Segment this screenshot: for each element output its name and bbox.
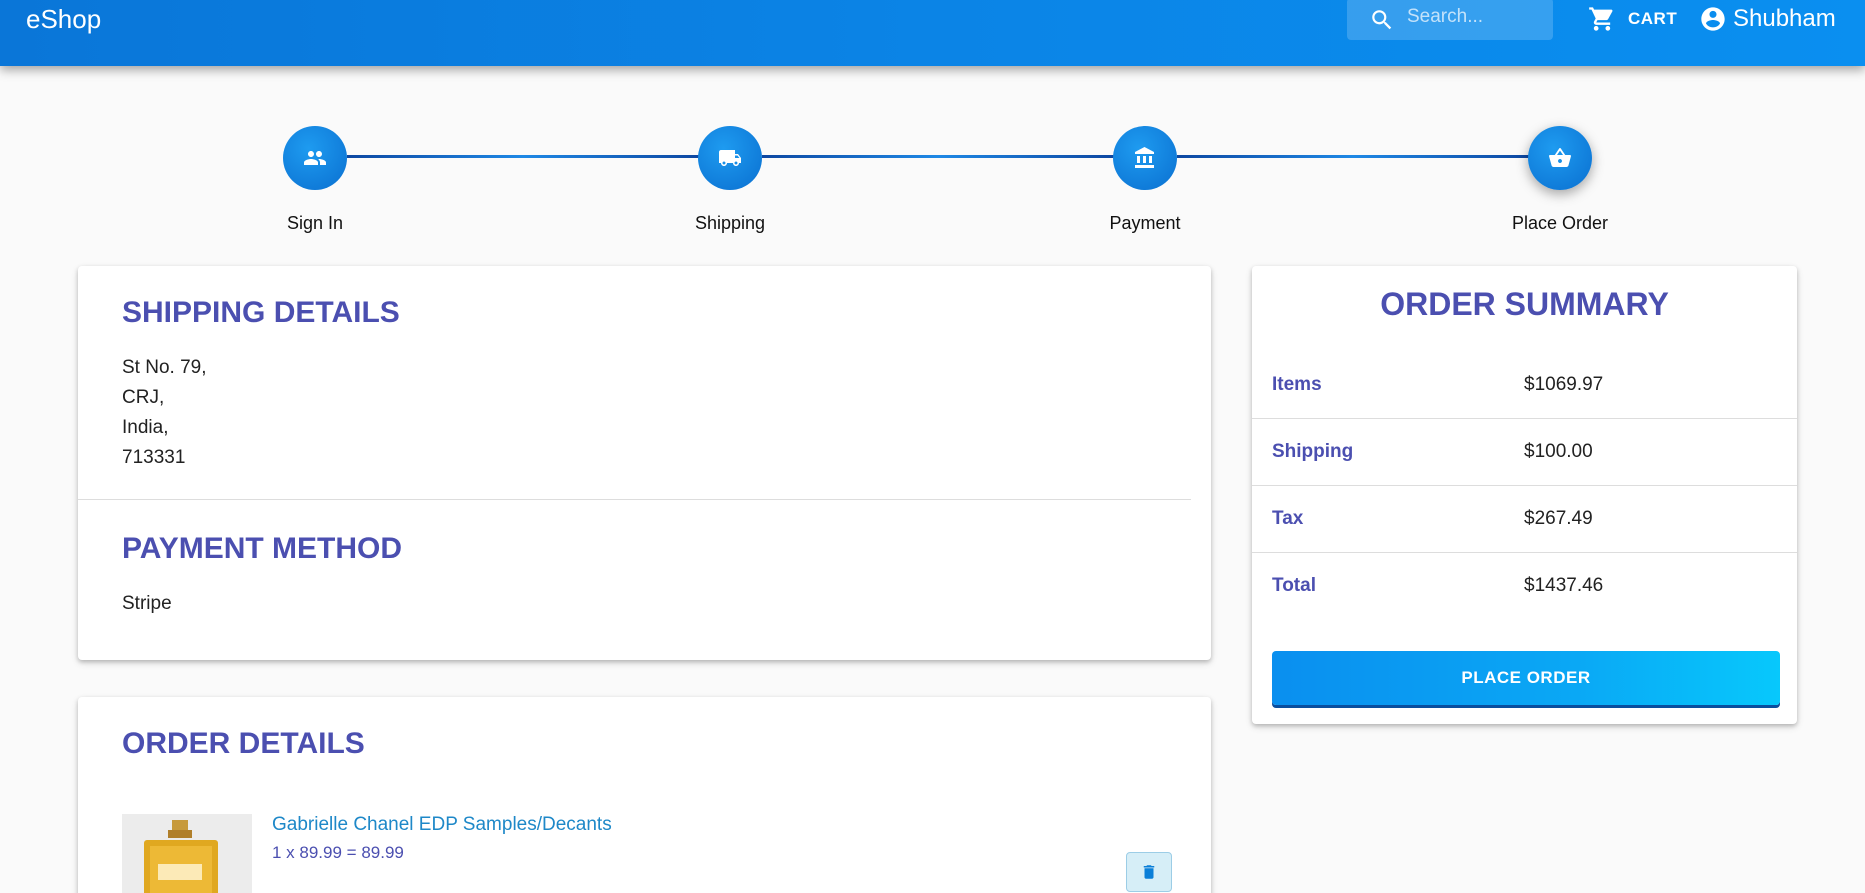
address-line: India, (122, 417, 169, 438)
user-menu[interactable]: Shubham (1699, 4, 1836, 34)
summary-row-total: Total $1437.46 (1252, 553, 1797, 620)
order-details-card: ORDER DETAILS Gabrielle Chanel EDP Sampl… (78, 697, 1211, 893)
shipping-details-title: SHIPPING DETAILS (122, 296, 400, 329)
address-line: 713331 (122, 447, 186, 468)
step-connector (347, 155, 699, 158)
users-icon (304, 151, 326, 165)
step-sign-in[interactable] (283, 126, 347, 190)
summary-value: $100.00 (1524, 441, 1593, 462)
summary-value: $267.49 (1524, 508, 1593, 529)
address-line: CRJ, (122, 387, 165, 408)
summary-value: $1069.97 (1524, 374, 1604, 395)
cart-label: CART (1628, 9, 1678, 28)
product-price-line: 1 x 89.99 = 89.99 (272, 843, 404, 862)
trash-icon (1143, 865, 1155, 879)
delete-item-button[interactable] (1126, 852, 1172, 892)
shipping-address: St No. 79, CRJ, India, 713331 (122, 353, 207, 473)
payment-method-value: Stripe (122, 593, 172, 614)
bank-icon (1135, 147, 1154, 168)
search-box[interactable] (1347, 0, 1553, 40)
user-name: Shubham (1733, 5, 1836, 32)
step-connector (762, 155, 1114, 158)
summary-label: Items (1272, 374, 1322, 395)
cart-link[interactable]: CART (1588, 4, 1677, 34)
step-label-shipping: Shipping (694, 213, 766, 233)
step-label-place-order: Place Order (1511, 213, 1609, 233)
summary-row-shipping: Shipping $100.00 (1252, 419, 1797, 486)
basket-icon (1549, 147, 1571, 167)
truck-icon (719, 150, 741, 166)
product-image[interactable] (122, 814, 252, 893)
order-summary-title: ORDER SUMMARY (1380, 286, 1669, 322)
place-order-button[interactable]: PLACE ORDER (1272, 651, 1780, 705)
divider (78, 499, 1191, 500)
account-circle-icon (1701, 7, 1725, 31)
step-connector (1177, 155, 1529, 158)
step-payment[interactable] (1113, 126, 1177, 190)
search-icon (1372, 10, 1392, 30)
cart-icon (1589, 7, 1613, 31)
payment-method-title: PAYMENT METHOD (122, 532, 403, 565)
order-details-title: ORDER DETAILS (122, 727, 365, 760)
summary-row-items: Items $1069.97 (1252, 352, 1797, 419)
summary-label: Shipping (1272, 441, 1354, 462)
shipping-payment-card: SHIPPING DETAILS St No. 79, CRJ, India, … (78, 266, 1211, 660)
summary-label: Total (1272, 575, 1316, 596)
perfume-bottle-icon (122, 814, 252, 893)
brand-logo[interactable]: eShop (26, 4, 101, 35)
summary-value: $1437.46 (1524, 575, 1604, 596)
search-input[interactable] (1407, 4, 1547, 30)
step-label-sign-in: Sign In (286, 213, 344, 233)
product-link[interactable]: Gabrielle Chanel EDP Samples/Decants (272, 814, 612, 836)
step-shipping[interactable] (698, 126, 762, 190)
address-line: St No. 79, (122, 357, 207, 378)
step-place-order[interactable] (1528, 126, 1592, 190)
step-label-payment: Payment (1109, 213, 1181, 233)
summary-label: Tax (1272, 508, 1304, 529)
order-summary-card: ORDER SUMMARY Items $1069.97 Shipping $1… (1252, 266, 1797, 724)
summary-row-tax: Tax $267.49 (1252, 486, 1797, 553)
app-bar: eShop CART Shubham (0, 0, 1865, 66)
